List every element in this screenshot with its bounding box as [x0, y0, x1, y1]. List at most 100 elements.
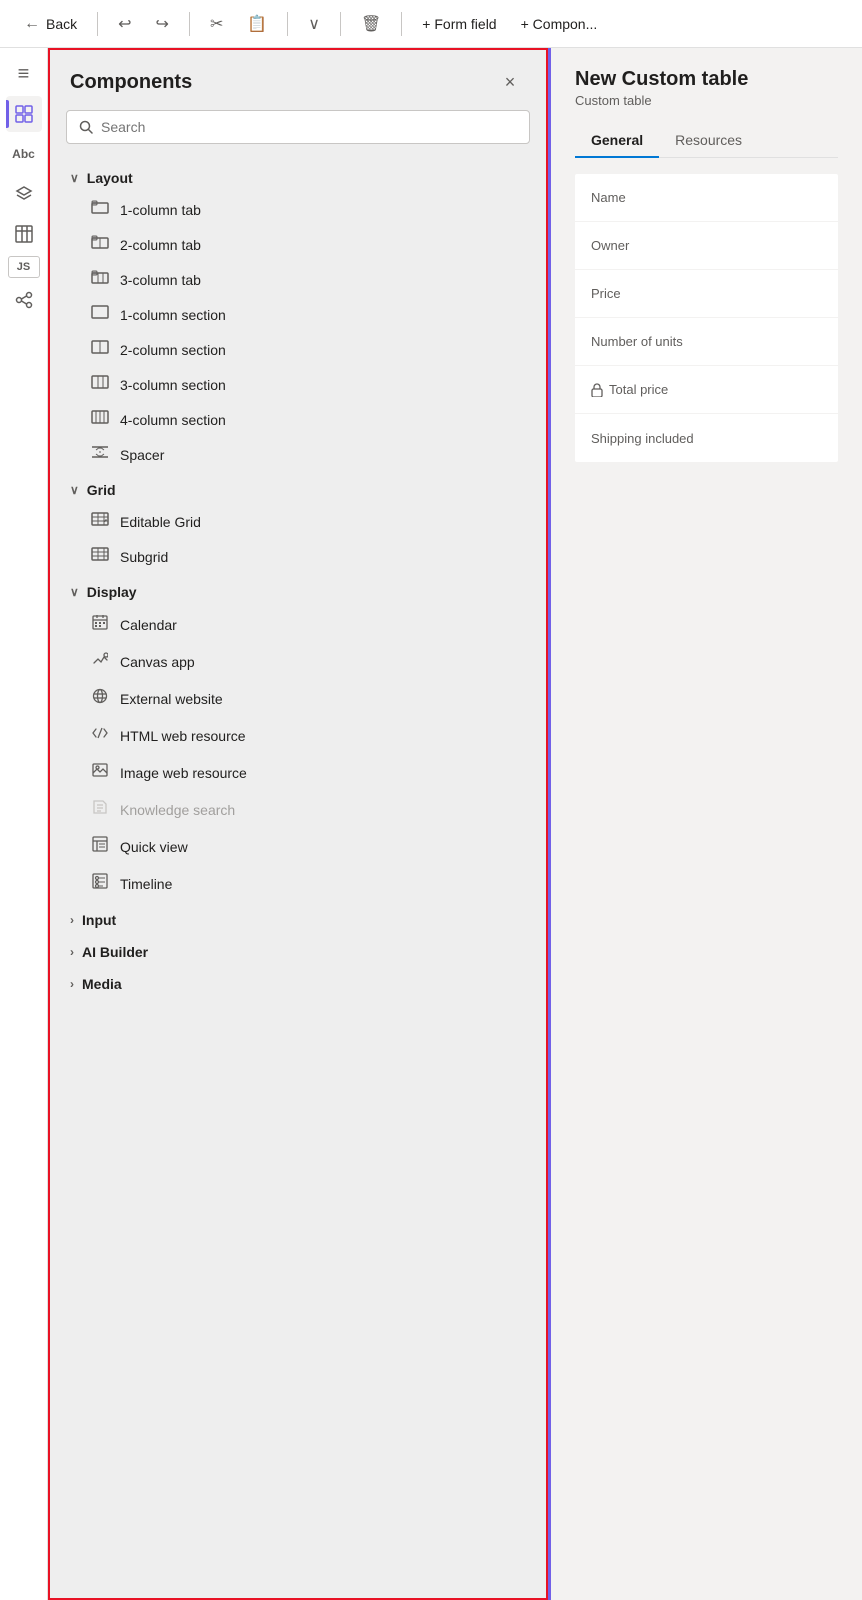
3col-section-icon: [90, 375, 110, 394]
image-icon: [90, 762, 110, 783]
item-knowledge-search: Knowledge search: [58, 791, 538, 828]
connector-icon: [15, 291, 33, 309]
item-subgrid-label: Subgrid: [120, 549, 168, 565]
category-media[interactable]: › Media: [58, 966, 538, 998]
item-quick-view-label: Quick view: [120, 839, 188, 855]
field-row-total-price: Total price: [575, 366, 838, 414]
item-subgrid[interactable]: Subgrid: [58, 539, 538, 574]
main-layout: ≡ Abc JS: [0, 48, 862, 1600]
quick-view-icon: [90, 836, 110, 857]
redo-button[interactable]: ↪: [148, 10, 177, 38]
item-2col-section-label: 2-column section: [120, 342, 226, 358]
separator-5: [401, 12, 402, 36]
sidebar-item-table[interactable]: [6, 216, 42, 252]
knowledge-icon: [90, 799, 110, 820]
subgrid-icon: [90, 547, 110, 566]
dropdown-icon: ∨: [308, 14, 320, 34]
field-shipping-label: Shipping included: [591, 431, 822, 446]
sidebar-item-layers[interactable]: [6, 176, 42, 212]
undo-icon: ↩: [118, 14, 131, 34]
sidebar-item-js[interactable]: JS: [8, 256, 40, 278]
chevron-right-icon-ai: ›: [70, 945, 74, 959]
undo-button[interactable]: ↩: [110, 10, 139, 38]
3col-tab-icon: [90, 270, 110, 289]
dropdown-button[interactable]: ∨: [300, 10, 328, 38]
sidebar: ≡ Abc JS: [0, 48, 48, 1600]
calendar-icon: [90, 614, 110, 635]
component-list: ∨ Layout 1-column tab: [50, 160, 546, 1598]
item-1col-section[interactable]: 1-column section: [58, 297, 538, 332]
item-4col-section[interactable]: 4-column section: [58, 402, 538, 437]
sidebar-item-menu[interactable]: ≡: [6, 56, 42, 92]
item-spacer[interactable]: Spacer: [58, 437, 538, 472]
html-icon: [90, 725, 110, 746]
category-layout-label: Layout: [87, 170, 133, 186]
item-quick-view[interactable]: Quick view: [58, 828, 538, 865]
item-calendar-label: Calendar: [120, 617, 177, 633]
item-canvas-app[interactable]: Canvas app: [58, 643, 538, 680]
item-editable-grid[interactable]: Editable Grid: [58, 504, 538, 539]
item-calendar[interactable]: Calendar: [58, 606, 538, 643]
category-input[interactable]: › Input: [58, 902, 538, 934]
item-1col-tab[interactable]: 1-column tab: [58, 192, 538, 227]
close-button[interactable]: ×: [494, 66, 526, 98]
1col-section-icon: [90, 305, 110, 324]
delete-button[interactable]: 🗑: [353, 10, 389, 38]
form-container: Name Owner Price Number of units Total p…: [575, 174, 838, 462]
item-3col-tab-label: 3-column tab: [120, 272, 201, 288]
sidebar-item-grid[interactable]: [6, 96, 42, 132]
2col-tab-icon: [90, 235, 110, 254]
category-grid[interactable]: ∨ Grid: [58, 472, 538, 504]
back-label: Back: [46, 16, 77, 32]
chevron-down-icon-display: ∨: [70, 585, 79, 599]
category-ai-builder[interactable]: › AI Builder: [58, 934, 538, 966]
separator-4: [340, 12, 341, 36]
item-knowledge-search-label: Knowledge search: [120, 802, 235, 818]
chevron-down-icon: ∨: [70, 171, 79, 185]
field-row-num-units: Number of units: [575, 318, 838, 366]
sidebar-item-text[interactable]: Abc: [6, 136, 42, 172]
item-external-website-label: External website: [120, 691, 223, 707]
item-3col-tab[interactable]: 3-column tab: [58, 262, 538, 297]
right-panel: New Custom table Custom table General Re…: [548, 48, 862, 1600]
1col-tab-icon: [90, 200, 110, 219]
tab-resources[interactable]: Resources: [659, 124, 758, 158]
chevron-down-icon-grid: ∨: [70, 483, 79, 497]
item-3col-section[interactable]: 3-column section: [58, 367, 538, 402]
table-icon: [15, 225, 33, 243]
item-2col-tab[interactable]: 2-column tab: [58, 227, 538, 262]
cut-button[interactable]: ✂: [202, 10, 231, 38]
field-price-label: Price: [591, 286, 822, 301]
chevron-right-icon-input: ›: [70, 913, 74, 927]
category-media-label: Media: [82, 976, 122, 992]
panel-title: New Custom table: [575, 68, 838, 91]
category-display-label: Display: [87, 584, 137, 600]
timeline-icon: [90, 873, 110, 894]
chevron-right-icon-media: ›: [70, 977, 74, 991]
sidebar-item-connector[interactable]: [6, 282, 42, 318]
item-image-web-resource[interactable]: Image web resource: [58, 754, 538, 791]
item-html-web-resource[interactable]: HTML web resource: [58, 717, 538, 754]
item-1col-section-label: 1-column section: [120, 307, 226, 323]
category-layout[interactable]: ∨ Layout: [58, 160, 538, 192]
item-timeline[interactable]: Timeline: [58, 865, 538, 902]
component-button[interactable]: + Compon...: [513, 12, 606, 36]
item-timeline-label: Timeline: [120, 876, 172, 892]
field-total-price-label: Total price: [591, 382, 822, 397]
paste-button[interactable]: 📋: [239, 10, 275, 38]
back-button[interactable]: ← Back: [16, 11, 85, 37]
item-2col-section[interactable]: 2-column section: [58, 332, 538, 367]
2col-section-icon: [90, 340, 110, 359]
tab-general[interactable]: General: [575, 124, 659, 158]
form-field-button[interactable]: + Form field: [414, 12, 504, 36]
paste-icon: 📋: [247, 14, 267, 34]
components-panel: Components × ∨ Layout: [48, 48, 548, 1600]
category-display[interactable]: ∨ Display: [58, 574, 538, 606]
search-input[interactable]: [101, 119, 517, 135]
field-num-units-label: Number of units: [591, 334, 822, 349]
item-external-website[interactable]: External website: [58, 680, 538, 717]
lock-icon: [591, 383, 603, 397]
layers-icon: [15, 185, 33, 203]
separator-2: [189, 12, 190, 36]
category-grid-label: Grid: [87, 482, 116, 498]
